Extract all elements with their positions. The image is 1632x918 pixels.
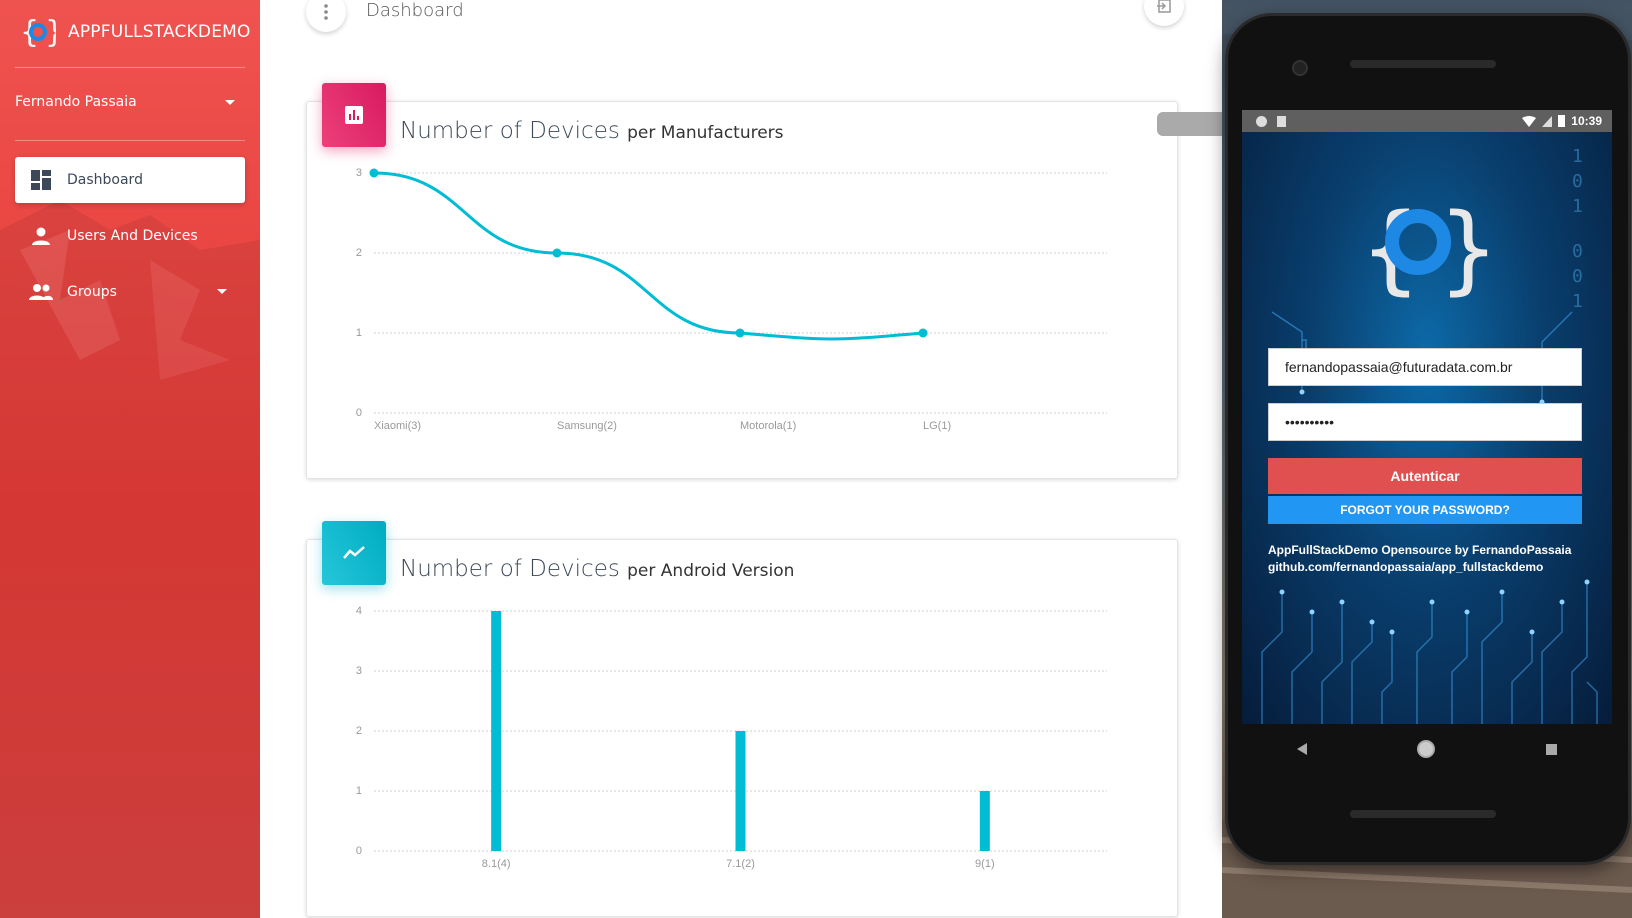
- chart-card-android-version: Number of Devices per Android Version 01…: [306, 521, 1178, 917]
- x-tick-label: Samsung(2): [557, 420, 617, 432]
- sidebar-item-label: Dashboard: [67, 172, 143, 188]
- sidebar-background-image: [0, 200, 260, 918]
- y-tick-label: 2: [356, 247, 362, 259]
- bar-chart: 0 1 2 3 4 8.1(4) 7.1(2) 9(1): [356, 605, 1107, 870]
- y-tick-label: 1: [356, 327, 362, 339]
- series-line: [373, 171, 924, 341]
- x-tick-label: Xiaomi(3): [374, 420, 421, 432]
- user-menu[interactable]: Fernando Passaia: [15, 94, 235, 110]
- y-tick-label: 0: [356, 407, 362, 419]
- login-button[interactable]: Autenticar: [1268, 458, 1582, 494]
- data-point: [918, 328, 928, 338]
- person-icon: [29, 224, 53, 248]
- x-tick-label: 8.1(4): [482, 858, 511, 870]
- svg-text:1: 1: [1572, 291, 1583, 312]
- x-tick-label: LG(1): [923, 420, 951, 432]
- divider: [15, 67, 245, 68]
- phone-nav-bar: [1242, 724, 1612, 774]
- data-point: [552, 248, 562, 258]
- back-icon[interactable]: [1297, 743, 1308, 755]
- x-tick-label: 9(1): [975, 858, 995, 870]
- sd-card-icon: [1277, 115, 1286, 127]
- chevron-down-icon: [225, 99, 235, 105]
- dashboard-icon: [29, 168, 53, 192]
- svg-text:}: }: [45, 15, 56, 50]
- footer-line-1: AppFullStackDemo Opensource by FernandoP…: [1268, 543, 1572, 557]
- chart-card-manufacturers: Number of Devices per Manufacturers 0123…: [306, 83, 1178, 479]
- notification-icon: [1256, 115, 1267, 127]
- data-point: [369, 168, 379, 178]
- sidebar-item-users-and-devices[interactable]: Users And Devices: [15, 213, 245, 259]
- svg-text:1: 1: [1572, 146, 1583, 167]
- brand[interactable]: { } APPFULLSTACKDEMO: [20, 14, 251, 50]
- y-tick-label: 3: [356, 665, 362, 677]
- recents-icon[interactable]: [1545, 743, 1557, 755]
- battery-icon: [1558, 115, 1566, 127]
- bar: [491, 611, 502, 851]
- speaker-grille: [1350, 810, 1496, 818]
- user-name: Fernando Passaia: [15, 94, 137, 110]
- sidebar: { } APPFULLSTACKDEMO Fernando Passaia Da…: [0, 0, 260, 918]
- y-tick-label: 2: [356, 725, 362, 737]
- status-time: 10:39: [1571, 114, 1602, 128]
- brand-logo-icon: { }: [20, 15, 56, 50]
- divider: [15, 140, 245, 141]
- password-field[interactable]: ••••••••••: [1268, 403, 1582, 441]
- chevron-down-icon: [217, 289, 227, 294]
- svg-text:0: 0: [1572, 171, 1583, 192]
- forgot-password-button[interactable]: FORGOT YOUR PASSWORD?: [1268, 496, 1582, 524]
- sidebar-item-groups[interactable]: Groups: [15, 269, 245, 315]
- home-icon[interactable]: [1417, 740, 1436, 758]
- signal-icon: [1542, 115, 1553, 127]
- logout-icon: [1157, 0, 1171, 13]
- bar: [735, 731, 746, 851]
- status-bar: 10:39: [1242, 110, 1612, 132]
- email-field[interactable]: fernandopassaia@futuradata.com.br: [1268, 348, 1582, 386]
- phone-screen: 10:39 101 001 10 { } fernandopas: [1242, 110, 1612, 724]
- data-point: [735, 328, 745, 338]
- brand-name: APPFULLSTACKDEMO: [68, 22, 251, 42]
- y-tick-label: 1: [356, 785, 362, 797]
- bar: [979, 791, 990, 851]
- page-title: Dashboard: [366, 0, 464, 21]
- group-icon: [29, 280, 53, 304]
- sidebar-item-label: Users And Devices: [67, 228, 198, 244]
- front-camera: [1292, 60, 1308, 76]
- y-tick-label: 0: [356, 845, 362, 857]
- sidebar-item-dashboard[interactable]: Dashboard: [15, 157, 245, 203]
- x-tick-label: Motorola(1): [740, 420, 796, 432]
- svg-text:0: 0: [1572, 266, 1583, 287]
- line-chart: 0 1 2 3 Xiaomi(3) Samsung(2) Motorola(1) LG(1): [356, 167, 1107, 432]
- sidebar-item-label: Groups: [67, 284, 117, 300]
- svg-text:1: 1: [1572, 196, 1583, 217]
- more-vert-icon: [324, 4, 328, 20]
- wifi-icon: [1522, 115, 1537, 127]
- y-tick-label: 4: [356, 605, 362, 617]
- svg-text:0: 0: [1572, 241, 1583, 262]
- x-tick-label: 7.1(2): [726, 858, 755, 870]
- footer-line-2: github.com/fernandopassaia/app_fullstack…: [1268, 560, 1544, 574]
- scroll-handle[interactable]: [1157, 112, 1223, 136]
- y-tick-label: 3: [356, 167, 362, 179]
- speaker-grille: [1350, 60, 1496, 68]
- footer-credits: AppFullStackDemo Opensource by FernandoP…: [1268, 542, 1598, 576]
